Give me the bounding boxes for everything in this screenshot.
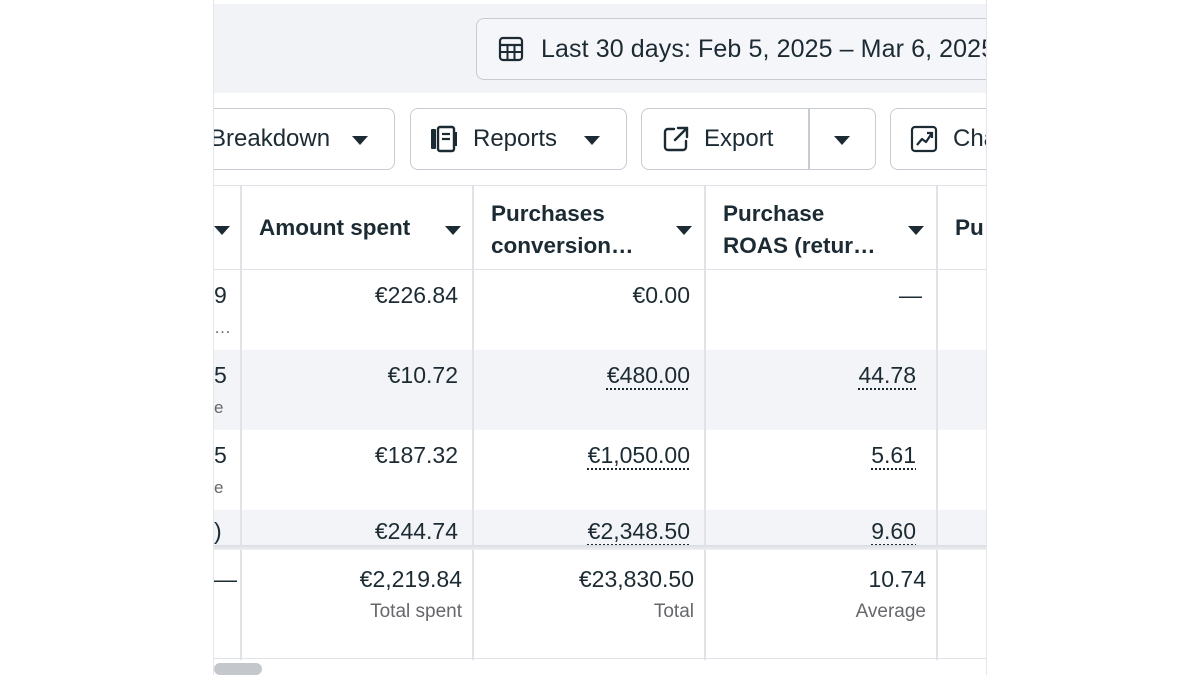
clipped-cell: 5 [214, 442, 227, 468]
clipped-cell-sub: … [214, 318, 231, 337]
toolbar: Breakdown Reports Export Ch [213, 108, 986, 170]
reports-icon [431, 125, 457, 153]
roas-link[interactable]: 5.61 [871, 442, 916, 469]
column-divider [472, 550, 474, 658]
amount-spent-cell: €10.72 [387, 362, 458, 388]
column-header-label: Purchases [491, 201, 605, 226]
date-range-label: Last 30 days: Feb 5, 2025 – Mar 6, 2025 [541, 34, 987, 63]
purchases-value-link[interactable]: €1,050.00 [588, 442, 690, 469]
table-row[interactable]: 5 e €10.72 €480.00 44.78 [214, 350, 986, 430]
totals-row: — €2,219.84 Total spent €23,830.50 Total… [214, 550, 986, 658]
breakdown-label: Breakdown [213, 125, 331, 152]
total-purchases-value-label: Total [653, 601, 694, 622]
chart-icon [910, 125, 938, 153]
column-header-label: Pu [955, 215, 984, 240]
clipped-total: — [214, 566, 237, 592]
charts-label: Charts [953, 125, 986, 152]
amount-spent-cell: €244.74 [374, 518, 458, 544]
column-header-purchases-conversion[interactable]: Purchases conversion… [473, 186, 705, 270]
amount-spent-cell: €226.84 [374, 282, 458, 308]
column-divider [704, 550, 706, 658]
column-sort-caret-icon[interactable] [676, 226, 692, 235]
purchases-value-link[interactable]: €480.00 [607, 362, 690, 389]
column-header-amount-spent[interactable]: Amount spent [241, 186, 473, 270]
column-header-purchase-roas[interactable]: Purchase ROAS (retur… [705, 186, 937, 270]
table-row[interactable]: 5 e €187.32 €1,050.00 5.61 [214, 430, 986, 510]
clipped-cell-sub: e [214, 398, 224, 417]
clipped-cell-sub: e [214, 478, 224, 497]
clipped-cell: ) [214, 518, 222, 544]
column-sort-caret-icon[interactable] [908, 226, 924, 235]
column-sort-caret-icon[interactable] [214, 226, 230, 235]
breakdown-button[interactable]: Breakdown [213, 108, 395, 170]
purchases-value-link[interactable]: €2,348.50 [588, 518, 690, 545]
column-sort-caret-icon[interactable] [445, 226, 461, 235]
clipped-cell: 5 [214, 362, 227, 388]
table-row[interactable]: 9 … €226.84 €0.00 — [214, 270, 986, 350]
column-header-label-line2: ROAS (retur… [723, 233, 876, 258]
average-roas: 10.74 [868, 566, 926, 592]
column-divider [240, 550, 242, 658]
split-divider [808, 109, 810, 169]
roas-link[interactable]: 9.60 [871, 518, 916, 545]
export-label: Export [704, 125, 774, 152]
total-amount-spent-label: Total spent [370, 601, 462, 622]
horizontal-scrollbar[interactable] [214, 663, 262, 675]
caret-down-icon [584, 136, 600, 145]
export-button[interactable]: Export [641, 108, 876, 170]
amount-spent-cell: €187.32 [374, 442, 458, 468]
roas-cell: — [899, 282, 922, 308]
charts-button[interactable]: Charts [890, 108, 986, 170]
column-header-clipped[interactable]: Pu [937, 186, 986, 270]
date-range-button[interactable]: Last 30 days: Feb 5, 2025 – Mar 6, 2025 [476, 18, 987, 80]
table-header: Amount spent Purchases conversion… Purch… [214, 186, 986, 270]
reports-label: Reports [473, 125, 558, 152]
total-amount-spent: €2,219.84 [359, 566, 462, 592]
column-header-label-line2: conversion… [491, 233, 634, 258]
reports-button[interactable]: Reports [410, 108, 627, 170]
column-divider [936, 550, 938, 658]
table-calendar-icon [498, 36, 524, 62]
caret-down-icon [352, 136, 368, 145]
ads-manager-table-viewport: Last 30 days: Feb 5, 2025 – Mar 6, 2025 … [213, 0, 987, 675]
roas-link[interactable]: 44.78 [858, 362, 916, 389]
top-bar: Last 30 days: Feb 5, 2025 – Mar 6, 2025 [214, 4, 987, 93]
column-header-label: Amount spent [259, 215, 411, 240]
table-row[interactable]: ) €244.74 €2,348.50 9.60 [214, 510, 986, 546]
total-purchases-value: €23,830.50 [578, 566, 694, 592]
column-header-label: Purchase [723, 201, 825, 226]
export-dropdown-caret-icon[interactable] [834, 136, 850, 145]
purchases-value-cell: €0.00 [632, 282, 690, 308]
average-roas-label: Average [855, 601, 926, 622]
export-icon [663, 126, 689, 152]
clipped-cell: 9 [214, 282, 227, 308]
